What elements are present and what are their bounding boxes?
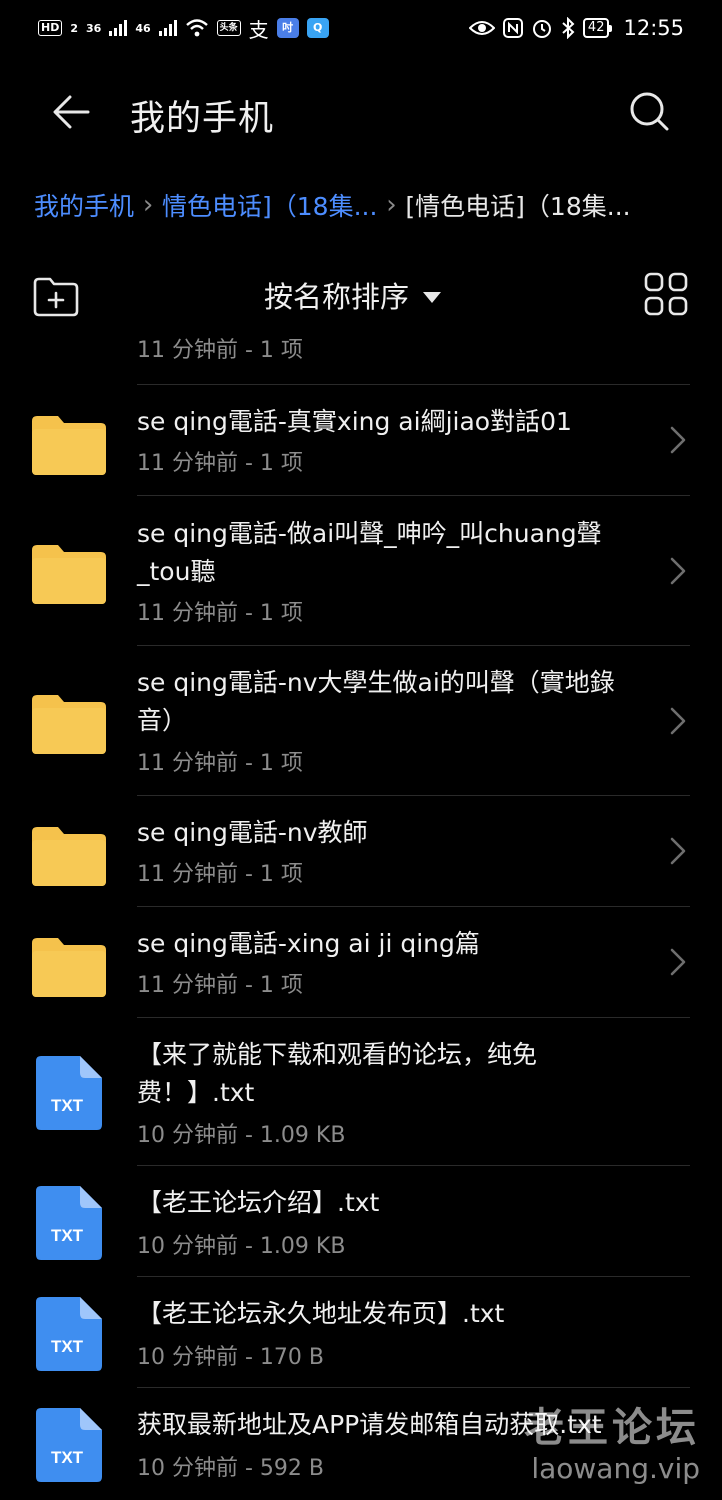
file-list: 11 分钟前 - 1 项 se qing電話-真實xing ai綱jiao對話0…	[0, 330, 722, 1500]
list-item-folder[interactable]: se qing電話-做ai叫聲_呻吟_叫chuang聲_tou聽 11 分钟前 …	[0, 496, 722, 646]
breadcrumb-item-root[interactable]: 我的手机	[34, 187, 134, 223]
breadcrumb: 我的手机 › 情色电话]（18集... › [情色电话]（18集...	[34, 180, 714, 230]
caret-down-icon	[423, 291, 442, 303]
status-left: HD 2 36 46 头条 支 吋 Q	[38, 14, 329, 43]
toolbar: 按名称排序	[0, 262, 722, 330]
txt-label: TXT	[51, 1226, 84, 1245]
list-item-folder[interactable]: se qing電話-xing ai ji qing篇 11 分钟前 - 1 项	[0, 907, 722, 1018]
signal-icon-2	[158, 20, 177, 36]
new-folder-button[interactable]	[30, 270, 82, 322]
chevron-right-icon: ›	[142, 190, 154, 220]
breadcrumb-item-current: [情色电话]（18集...	[405, 192, 631, 221]
search-icon	[630, 92, 669, 131]
chevron-right-icon: ›	[386, 190, 397, 220]
list-item-file[interactable]: TXT 获取最新地址及APP请发邮箱自动获取.txt 10 分钟前 - 592 …	[0, 1388, 722, 1499]
signal-icon	[109, 20, 128, 36]
file-meta: 11 分钟前 - 1 项	[137, 601, 303, 626]
folder-icon	[32, 416, 106, 475]
battery-icon: 42	[582, 18, 612, 38]
app-notification-icon: 吋	[276, 18, 299, 38]
eye-icon	[468, 21, 495, 35]
network-type-2: 46	[135, 21, 151, 35]
file-name: 【来了就能下载和观看的论坛，纯免费！】.txt	[137, 1040, 538, 1107]
file-meta: 10 分钟前 - 592 B	[137, 1456, 324, 1481]
clock: 12:55	[623, 16, 684, 40]
nfc-icon	[502, 18, 523, 38]
list-item-folder[interactable]: se qing電話-nv大學生做ai的叫聲（實地錄音） 11 分钟前 - 1 项	[0, 646, 722, 796]
list-item-folder[interactable]: se qing電話-真實xing ai綱jiao對話01 11 分钟前 - 1 …	[0, 385, 722, 496]
folder-icon	[32, 695, 106, 754]
file-meta: 11 分钟前 - 1 项	[137, 973, 303, 998]
file-meta: 11 分钟前 - 1 项	[137, 451, 303, 476]
sort-dropdown[interactable]: 按名称排序	[264, 274, 442, 316]
search-button[interactable]	[622, 84, 678, 140]
bluetooth-icon	[562, 17, 575, 39]
network-type-1: 36	[86, 21, 102, 35]
alarm-icon	[532, 20, 551, 38]
hd-indicator: HD	[38, 20, 63, 36]
wifi-icon	[185, 19, 208, 37]
chevron-right-icon	[670, 557, 686, 585]
file-name: 获取最新地址及APP请发邮箱自动获取.txt	[137, 1410, 602, 1439]
news-app-icon: 头条	[216, 20, 241, 36]
back-button[interactable]	[46, 86, 98, 138]
breadcrumb-item-parent[interactable]: 情色电话]（18集...	[162, 187, 377, 223]
sim-indicator: 2	[70, 21, 78, 35]
list-item-file[interactable]: TXT 【老王论坛介绍】.txt 10 分钟前 - 1.09 KB	[0, 1166, 722, 1277]
chevron-right-icon	[670, 707, 686, 735]
txt-file-icon: TXT	[36, 1297, 102, 1371]
grid-view-icon	[644, 272, 688, 316]
txt-label: TXT	[51, 1337, 84, 1356]
chevron-right-icon	[670, 837, 686, 865]
folder-icon	[32, 938, 106, 997]
grid-view-button[interactable]	[642, 270, 690, 318]
file-meta: 10 分钟前 - 170 B	[137, 1345, 324, 1370]
chevron-right-icon	[670, 426, 686, 454]
file-name: 【老王论坛永久地址发布页】.txt	[137, 1299, 505, 1328]
list-item-folder[interactable]: se qing電話-nv教師 11 分钟前 - 1 项	[0, 796, 722, 907]
new-folder-icon	[33, 277, 79, 317]
file-meta: 11 分钟前 - 1 项	[137, 862, 303, 887]
file-name: se qing電話-nv大學生做ai的叫聲（實地錄音）	[137, 668, 615, 735]
txt-file-icon: TXT	[36, 1408, 102, 1482]
list-item-folder[interactable]: 11 分钟前 - 1 项	[0, 330, 722, 385]
file-name: se qing電話-做ai叫聲_呻吟_叫chuang聲_tou聽	[137, 519, 602, 586]
file-name: se qing電話-真實xing ai綱jiao對話01	[137, 407, 572, 436]
search-app-icon: Q	[306, 18, 329, 38]
list-item-file[interactable]: TXT 【老王论坛永久地址发布页】.txt 10 分钟前 - 170 B	[0, 1277, 722, 1388]
status-right: 42 12:55	[468, 16, 684, 40]
file-meta: 11 分钟前 - 1 项	[137, 751, 303, 776]
chevron-right-icon	[670, 948, 686, 976]
folder-icon	[32, 827, 106, 886]
sort-label: 按名称排序	[264, 280, 410, 314]
page-title: 我的手机	[130, 99, 275, 139]
txt-label: TXT	[51, 1096, 84, 1115]
list-item-file[interactable]: TXT 【来了就能下载和观看的论坛，纯免费！】.txt 10 分钟前 - 1.0…	[0, 1018, 722, 1166]
title-bar: 我的手机	[0, 70, 722, 154]
file-meta: 11 分钟前 - 1 项	[137, 338, 303, 363]
file-name: se qing電話-xing ai ji qing篇	[137, 929, 480, 958]
file-name: 【老王论坛介绍】.txt	[137, 1188, 380, 1217]
folder-icon	[32, 545, 106, 604]
txt-file-icon: TXT	[36, 1186, 102, 1260]
file-meta: 10 分钟前 - 1.09 KB	[137, 1234, 346, 1259]
txt-label: TXT	[51, 1448, 84, 1467]
back-arrow-icon	[53, 95, 90, 129]
status-bar: HD 2 36 46 头条 支 吋 Q 42 12:55	[0, 0, 722, 56]
alipay-icon: 支	[248, 17, 269, 42]
file-meta: 10 分钟前 - 1.09 KB	[137, 1123, 346, 1148]
file-name: se qing電話-nv教師	[137, 818, 368, 847]
txt-file-icon: TXT	[36, 1056, 102, 1130]
